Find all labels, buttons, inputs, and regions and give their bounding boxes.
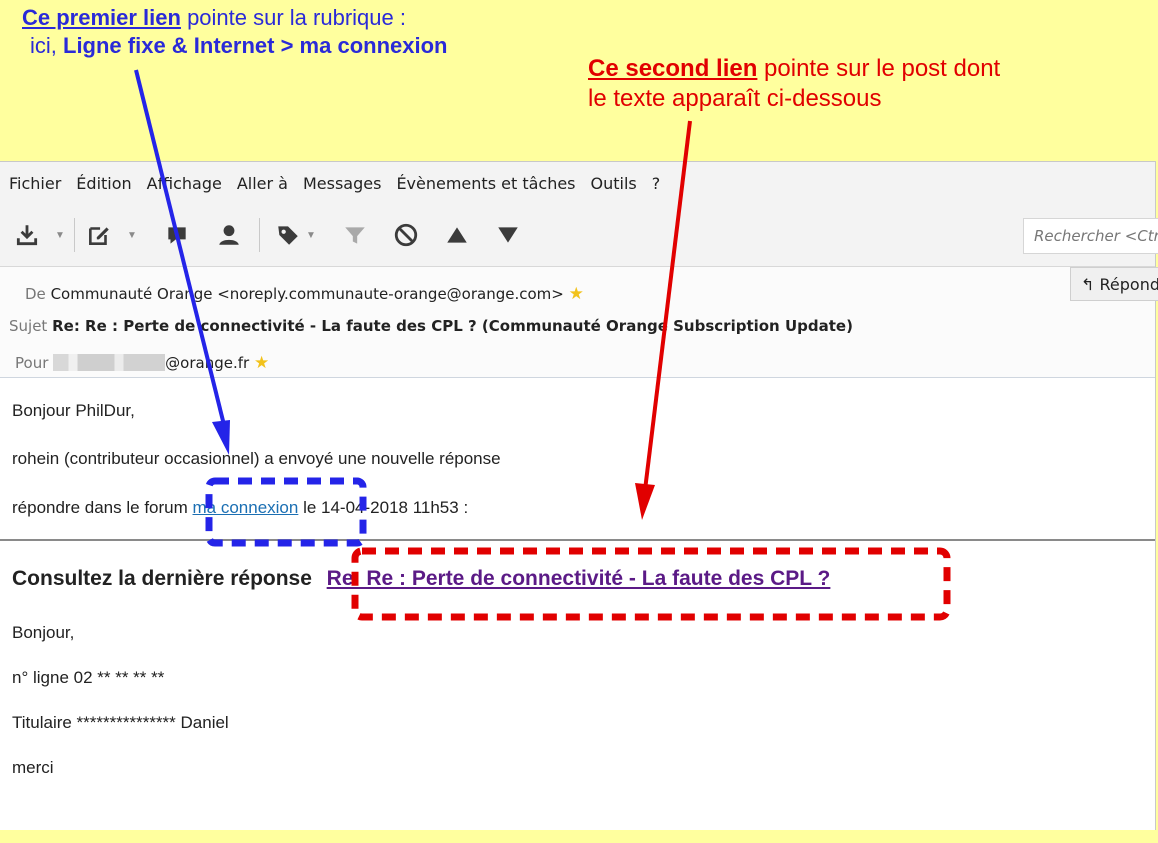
ma-connexion-link[interactable]: ma connexion <box>193 498 299 517</box>
subject-row: Sujet Re: Re : Perte de connectivité - L… <box>9 317 853 335</box>
from-value[interactable]: Communauté Orange <noreply.communaute-or… <box>51 285 564 303</box>
star-icon[interactable]: ★ <box>569 284 584 304</box>
post-line-2: n° ligne 02 ** ** ** ** <box>12 668 165 687</box>
reply-label: Répondre <box>1099 275 1158 294</box>
forum-line: répondre dans le forum ma connexion le 1… <box>12 498 468 518</box>
chat-icon[interactable] <box>164 222 190 248</box>
message-headers: De Communauté Orange <noreply.communaute… <box>0 267 1155 378</box>
post-line-3: Titulaire *************** Daniel <box>12 713 229 732</box>
menu-affichage[interactable]: Affichage <box>147 174 222 193</box>
message-body: Bonjour PhilDur, rohein (contributeur oc… <box>0 378 1155 828</box>
notification-line: rohein (contributeur occasionnel) a envo… <box>12 449 501 468</box>
blue-annotation-prefix: ici, <box>30 33 63 58</box>
red-annotation: Ce second lien pointe sur le post dont l… <box>588 54 1108 114</box>
menu-outils[interactable]: Outils <box>591 174 637 193</box>
tag-icon[interactable] <box>275 222 301 248</box>
menu-fichier[interactable]: Fichier <box>9 174 61 193</box>
up-arrow-icon[interactable] <box>444 222 470 248</box>
post-link[interactable]: Re: Re : Perte de connectivité - La faut… <box>327 567 831 590</box>
filter-icon[interactable] <box>342 222 368 248</box>
tag-dropdown-icon[interactable]: ▼ <box>306 230 316 241</box>
to-row: Pour @orange.fr ★ <box>15 353 269 373</box>
mail-window: Fichier Édition Affichage Aller à Messag… <box>0 161 1158 830</box>
divider <box>0 539 1155 541</box>
blue-annotation-title: Ce premier lien <box>22 5 181 30</box>
subject-label: Sujet <box>9 317 48 335</box>
blue-annotation: Ce premier lien pointe sur la rubrique :… <box>22 4 447 60</box>
block-icon[interactable] <box>393 222 419 248</box>
menu-edition[interactable]: Édition <box>76 174 131 193</box>
toolbar: ▼ ▼ ▼ Rechercher <Ctrl+K> <box>0 204 1158 267</box>
reply-button[interactable]: ↰ Répondre <box>1070 267 1158 301</box>
star-icon[interactable]: ★ <box>254 353 269 373</box>
search-input[interactable]: Rechercher <Ctrl+K> <box>1023 218 1158 254</box>
blue-annotation-path: Ligne fixe & Internet > ma connexion <box>63 33 448 58</box>
from-label: De <box>25 285 46 303</box>
download-icon[interactable] <box>14 222 40 248</box>
download-dropdown-icon[interactable]: ▼ <box>55 230 65 241</box>
forum-line-prefix: répondre dans le forum <box>12 498 193 517</box>
menu-evenements[interactable]: Évènements et tâches <box>396 174 575 193</box>
post-line-1: Bonjour, <box>12 623 75 642</box>
blue-annotation-text: pointe sur la rubrique : <box>180 5 406 30</box>
red-annotation-line2: le texte apparaît ci-dessous <box>588 85 882 112</box>
reply-icon: ↰ <box>1081 275 1095 294</box>
from-row: De Communauté Orange <noreply.communaute… <box>25 284 584 304</box>
menu-aller-a[interactable]: Aller à <box>237 174 288 193</box>
greeting: Bonjour PhilDur, <box>12 401 135 420</box>
red-annotation-text: pointe sur le post dont <box>757 55 1001 82</box>
compose-dropdown-icon[interactable]: ▼ <box>127 230 137 241</box>
post-line-4: merci <box>12 758 54 777</box>
consult-label: Consultez la dernière réponse <box>12 567 312 590</box>
red-annotation-title: Ce second lien <box>588 55 758 82</box>
menu-messages[interactable]: Messages <box>303 174 381 193</box>
menu-help[interactable]: ? <box>652 174 661 193</box>
toolbar-separator <box>259 218 260 252</box>
down-arrow-icon[interactable] <box>495 222 521 248</box>
redacted-address <box>53 354 166 371</box>
compose-icon[interactable] <box>86 222 112 248</box>
toolbar-separator <box>74 218 75 252</box>
forum-line-suffix: le 14-04-2018 11h53 : <box>298 498 469 517</box>
contact-icon[interactable] <box>216 222 242 248</box>
subject-value: Re: Re : Perte de connectivité - La faut… <box>52 317 853 335</box>
to-label: Pour <box>15 354 49 372</box>
consult-line: Consultez la dernière réponse Re: Re : P… <box>12 567 830 591</box>
menu-bar: Fichier Édition Affichage Aller à Messag… <box>0 162 1155 204</box>
to-value[interactable]: @orange.fr <box>165 354 249 372</box>
